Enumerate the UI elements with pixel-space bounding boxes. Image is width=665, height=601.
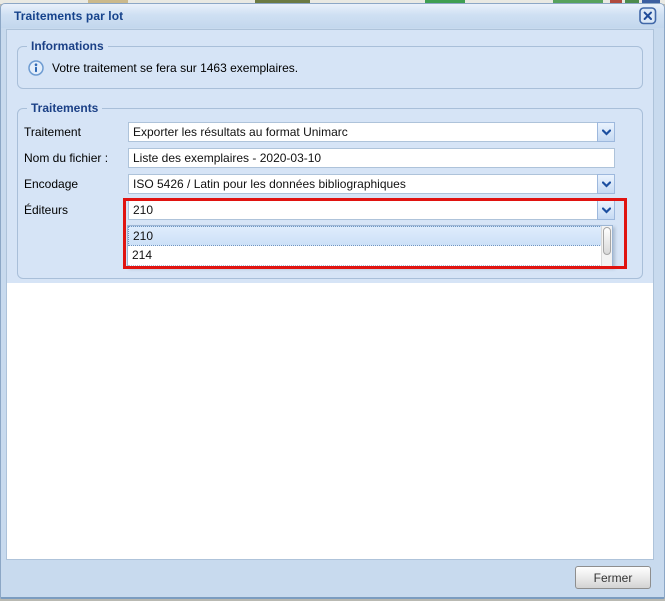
encodage-label: Encodage xyxy=(24,177,79,191)
traitement-chevron-down-icon[interactable] xyxy=(597,122,615,142)
nom-fichier-input[interactable] xyxy=(128,148,615,168)
dropdown-scrollbar[interactable] xyxy=(601,226,612,266)
traitement-row: Traitement xyxy=(22,122,632,142)
nom-fichier-row: Nom du fichier : xyxy=(22,148,632,168)
dropdown-option-214[interactable]: 214 xyxy=(128,246,612,266)
editeurs-combo[interactable] xyxy=(128,200,615,220)
dialog-titlebar[interactable]: Traitements par lot xyxy=(1,4,664,28)
informations-legend: Informations xyxy=(31,39,104,53)
traitements-legend: Traitements xyxy=(31,101,99,115)
editeurs-dropdown-list: 210 214 xyxy=(127,225,613,267)
encodage-row: Encodage xyxy=(22,174,632,194)
traitement-combo[interactable] xyxy=(128,122,615,142)
dialog-title: Traitements par lot xyxy=(14,9,124,23)
fermer-button[interactable]: Fermer xyxy=(575,566,651,589)
traitement-input[interactable] xyxy=(128,122,597,142)
info-message: Votre traitement se fera sur 1463 exempl… xyxy=(52,61,299,75)
editeurs-chevron-down-icon[interactable] xyxy=(597,200,615,220)
editeurs-label: Éditeurs xyxy=(24,203,69,217)
traitement-label: Traitement xyxy=(24,125,81,139)
dropdown-scrollbar-thumb[interactable] xyxy=(603,227,611,255)
editeurs-row: Éditeurs xyxy=(22,200,632,220)
encodage-input[interactable] xyxy=(128,174,597,194)
dialog-body: Informations Votre traitement se fera su… xyxy=(6,29,654,560)
dropdown-option-210[interactable]: 210 xyxy=(128,226,612,246)
encodage-chevron-down-icon[interactable] xyxy=(597,174,615,194)
dialog-traitements-par-lot: Traitements par lot Informations Votre t… xyxy=(0,3,665,599)
encodage-combo[interactable] xyxy=(128,174,615,194)
close-icon[interactable] xyxy=(639,7,657,25)
informations-fieldset: Informations Votre traitement se fera su… xyxy=(17,39,643,89)
editeurs-input[interactable] xyxy=(128,200,597,220)
nom-fichier-label: Nom du fichier : xyxy=(24,151,109,165)
info-icon xyxy=(28,60,44,76)
